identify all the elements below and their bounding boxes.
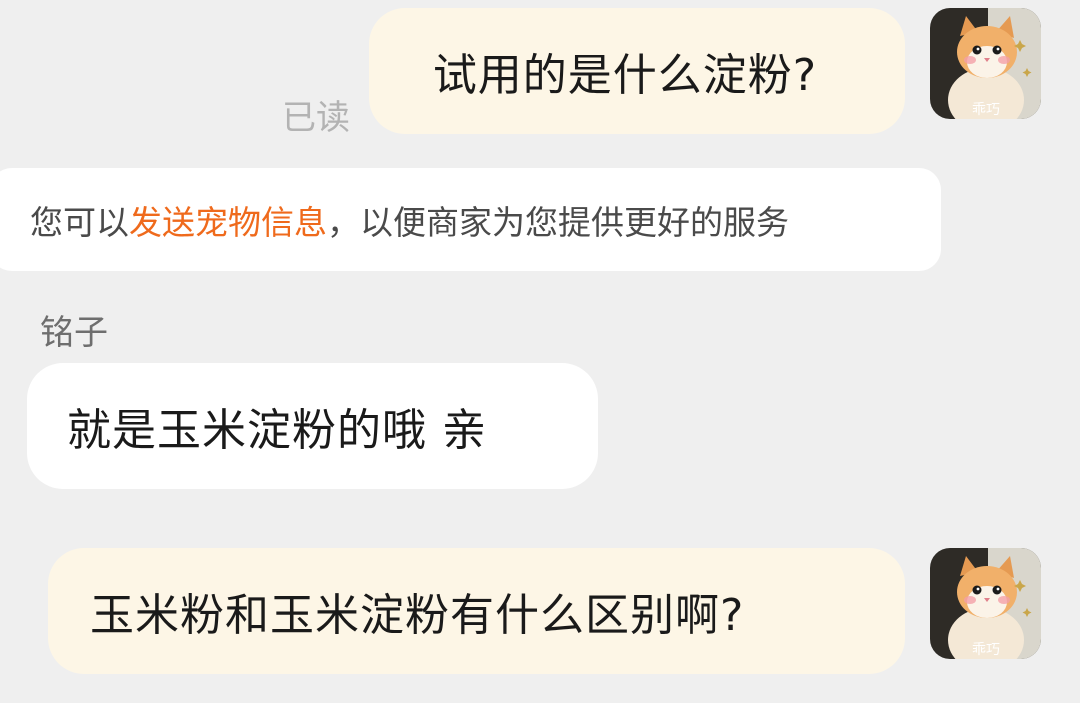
avatar-caption: 乖巧 [972, 642, 1000, 658]
cat-avatar-image: 乖巧 [930, 548, 1041, 659]
read-receipt: 已读 [282, 98, 350, 138]
send-pet-info-link[interactable]: 发送宠物信息 [129, 196, 327, 244]
cat-avatar-image: 乖巧 [930, 8, 1041, 119]
system-notice: 您可以 发送宠物信息 ，以便商家为您提供更好的服务 [0, 168, 941, 271]
message-text: 玉米粉和玉米淀粉有什么区别啊? [90, 590, 745, 641]
notice-suffix: ，以便商家为您提供更好的服务 [327, 202, 789, 242]
notice-prefix: 您可以 [30, 202, 129, 242]
user-avatar[interactable]: 乖巧 [930, 8, 1041, 119]
outgoing-message-bubble[interactable]: 玉米粉和玉米淀粉有什么区别啊? [48, 548, 905, 674]
avatar-caption: 乖巧 [972, 102, 1000, 118]
outgoing-message-bubble[interactable]: 试用的是什么淀粉? [369, 8, 905, 134]
message-text: 试用的是什么淀粉? [432, 50, 818, 101]
sender-name: 铭子 [40, 313, 108, 353]
user-avatar[interactable]: 乖巧 [930, 548, 1041, 659]
message-text: 就是玉米淀粉的哦 亲 [67, 405, 487, 456]
incoming-message-bubble[interactable]: 就是玉米淀粉的哦 亲 [27, 363, 598, 489]
